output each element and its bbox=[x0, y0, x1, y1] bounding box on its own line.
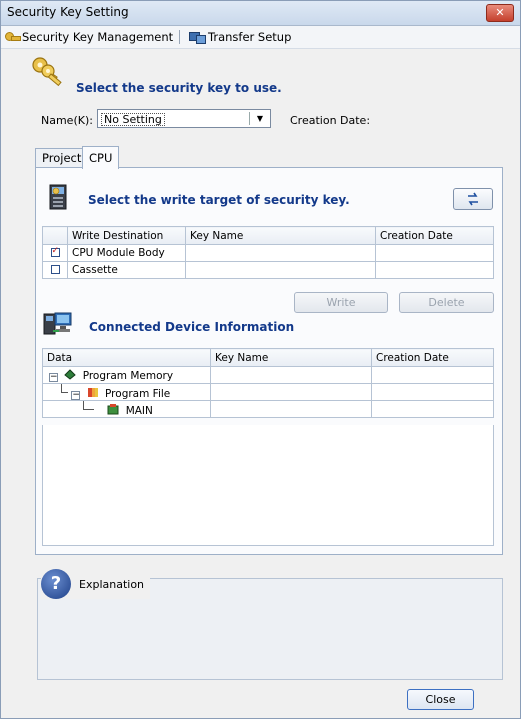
dropdown-arrow-icon: ▼ bbox=[256, 114, 264, 123]
checkbox-column-header bbox=[42, 226, 68, 245]
collapse-icon[interactable]: − bbox=[71, 391, 81, 400]
column-header: Key Name bbox=[185, 226, 376, 245]
tree-cell[interactable]: MAIN bbox=[42, 400, 211, 418]
program-memory-icon bbox=[64, 368, 77, 380]
table-empty-area bbox=[42, 425, 494, 546]
help-question-icon: ? bbox=[41, 569, 71, 599]
dropdown-divider bbox=[249, 112, 250, 125]
menu-bar: Security Key Management Transfer Setup bbox=[1, 26, 520, 49]
tree-label: Program File bbox=[105, 388, 171, 400]
key-name-cell bbox=[210, 400, 372, 418]
creation-date-cell bbox=[371, 383, 494, 401]
delete-button[interactable]: Delete bbox=[399, 292, 494, 313]
key-name-value: No Setting bbox=[101, 113, 165, 126]
checkbox-unchecked[interactable] bbox=[50, 265, 60, 274]
title-bar: Security Key Setting ✕ bbox=[1, 1, 520, 26]
window-title: Security Key Setting bbox=[7, 5, 129, 19]
tree-row[interactable]: MAIN bbox=[42, 400, 494, 418]
program-file-icon bbox=[87, 388, 98, 397]
key-name-cell bbox=[210, 366, 372, 384]
program-icon bbox=[107, 404, 119, 415]
table-row[interactable]: Cassette bbox=[42, 261, 494, 279]
column-header: Write Destination bbox=[67, 226, 186, 245]
menu-transfer-setup[interactable]: Transfer Setup bbox=[189, 29, 291, 45]
tree-connector bbox=[83, 401, 94, 410]
creation-date-label: Creation Date: bbox=[290, 114, 371, 127]
column-header: Creation Date bbox=[371, 348, 494, 367]
menu-label: Security Key Management bbox=[22, 30, 174, 44]
checkbox-cell[interactable] bbox=[42, 261, 68, 279]
collapse-icon[interactable]: − bbox=[49, 372, 58, 382]
creation-date-cell bbox=[375, 261, 494, 279]
column-header: Key Name bbox=[210, 348, 372, 367]
menu-security-key-management[interactable]: Security Key Management bbox=[5, 29, 173, 45]
menu-separator bbox=[179, 30, 180, 44]
connected-device-icon bbox=[43, 312, 72, 335]
write-target-heading: Select the write target of security key. bbox=[88, 193, 350, 207]
tree-cell[interactable]: − Program File bbox=[42, 383, 211, 401]
connected-device-heading: Connected Device Information bbox=[89, 320, 295, 334]
creation-date-cell bbox=[371, 366, 494, 384]
explanation-label: Explanation bbox=[79, 577, 145, 591]
checkbox-checked[interactable] bbox=[50, 246, 60, 257]
destination-cell: Cassette bbox=[67, 261, 186, 279]
tree-label: Program Memory bbox=[82, 369, 174, 382]
transfer-icon bbox=[189, 31, 206, 44]
creation-date-cell bbox=[375, 244, 494, 262]
column-header: Creation Date bbox=[375, 226, 494, 245]
key-name-cell bbox=[185, 261, 376, 279]
menu-label: Transfer Setup bbox=[208, 30, 292, 44]
select-key-heading: Select the security key to use. bbox=[76, 81, 282, 95]
tree-row[interactable]: − Program Memory bbox=[42, 366, 494, 384]
table-row[interactable]: CPU Module Body bbox=[42, 244, 494, 262]
table-header-row: Write Destination Key Name Creation Date bbox=[42, 226, 494, 245]
name-label: Name(K): bbox=[41, 114, 93, 127]
refresh-icon bbox=[468, 192, 478, 206]
tree-label: MAIN bbox=[125, 405, 153, 417]
table-header-row: Data Key Name Creation Date bbox=[42, 348, 494, 367]
key-icon bbox=[5, 31, 21, 43]
destination-cell: CPU Module Body bbox=[67, 244, 186, 262]
key-name-dropdown[interactable]: No Setting ▼ bbox=[97, 109, 271, 128]
column-header: Data bbox=[42, 348, 211, 367]
close-icon: ✕ bbox=[495, 6, 505, 19]
key-name-cell bbox=[210, 383, 372, 401]
write-button[interactable]: Write bbox=[294, 292, 388, 313]
explanation-header: ? Explanation bbox=[41, 569, 151, 599]
refresh-button[interactable] bbox=[453, 188, 493, 210]
creation-date-cell bbox=[371, 400, 494, 418]
security-key-setting-window: Security Key Setting ✕ Security Key Mana… bbox=[0, 0, 521, 719]
tree-row[interactable]: − Program File bbox=[42, 383, 494, 401]
tree-cell[interactable]: − Program Memory bbox=[42, 366, 211, 384]
tree-connector bbox=[61, 384, 68, 393]
tab-project[interactable]: Project bbox=[35, 148, 89, 168]
close-window-button[interactable]: ✕ bbox=[486, 4, 514, 22]
write-target-table: Write Destination Key Name Creation Date… bbox=[42, 226, 494, 279]
close-button[interactable]: Close bbox=[407, 689, 474, 710]
key-name-cell bbox=[185, 244, 376, 262]
keys-icon bbox=[32, 57, 62, 87]
cpu-module-icon bbox=[49, 184, 67, 210]
tab-cpu[interactable]: CPU bbox=[82, 146, 120, 169]
connected-device-table: Data Key Name Creation Date − Program Me… bbox=[42, 348, 494, 418]
checkbox-cell[interactable] bbox=[42, 244, 68, 262]
